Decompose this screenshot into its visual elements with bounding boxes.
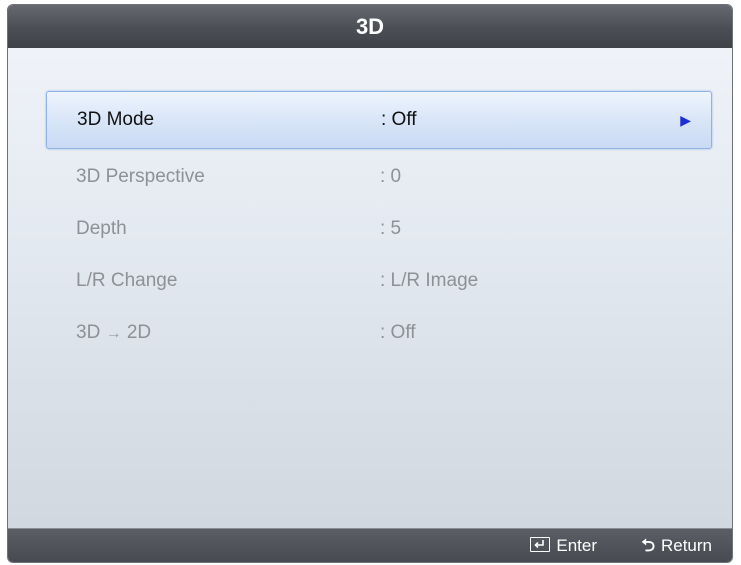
menu-item-label: 3D Perspective: [76, 166, 205, 187]
menu-item-value: : Off: [381, 109, 417, 130]
menu-item-value: : 0: [380, 166, 402, 187]
osd-window: 3D 3D Mode : Off ▶ 3D Perspective : 0 De…: [7, 4, 733, 563]
menu-item-label: Depth: [76, 218, 127, 239]
right-arrow-text-icon: →: [105, 325, 122, 342]
menu-item-3d-to-2d[interactable]: 3D → 2D : Off: [46, 307, 712, 359]
enter-label: Enter: [556, 536, 597, 555]
menu-list: 3D Mode : Off ▶ 3D Perspective : 0 Depth…: [46, 91, 712, 359]
return-icon: ⮌: [641, 536, 655, 555]
menu-item-value: : 5: [380, 218, 402, 239]
menu-item-lr-change[interactable]: L/R Change : L/R Image: [46, 255, 712, 307]
menu-item-value: : Off: [380, 322, 416, 343]
label-part-2d: 2D: [126, 322, 152, 343]
menu-item-label: 3D Mode: [77, 109, 155, 130]
enter-hint[interactable]: Enter: [530, 529, 597, 562]
enter-icon: [530, 537, 551, 552]
menu-item-label: L/R Change: [76, 270, 178, 291]
menu-item-label: 3D → 2D: [76, 307, 151, 360]
menu-item-depth[interactable]: Depth : 5: [46, 203, 712, 255]
window-title: 3D: [8, 5, 732, 48]
menu-item-3d-mode[interactable]: 3D Mode : Off ▶: [46, 91, 712, 149]
return-hint[interactable]: ⮌ Return: [641, 529, 712, 562]
label-part-3d: 3D: [76, 322, 101, 343]
menu-item-3d-perspective[interactable]: 3D Perspective : 0: [46, 151, 712, 203]
footer-bar: Enter ⮌ Return: [8, 528, 732, 562]
right-arrow-icon[interactable]: ▶: [680, 92, 691, 148]
menu-item-value: : L/R Image: [380, 270, 479, 291]
return-label: Return: [660, 536, 712, 555]
